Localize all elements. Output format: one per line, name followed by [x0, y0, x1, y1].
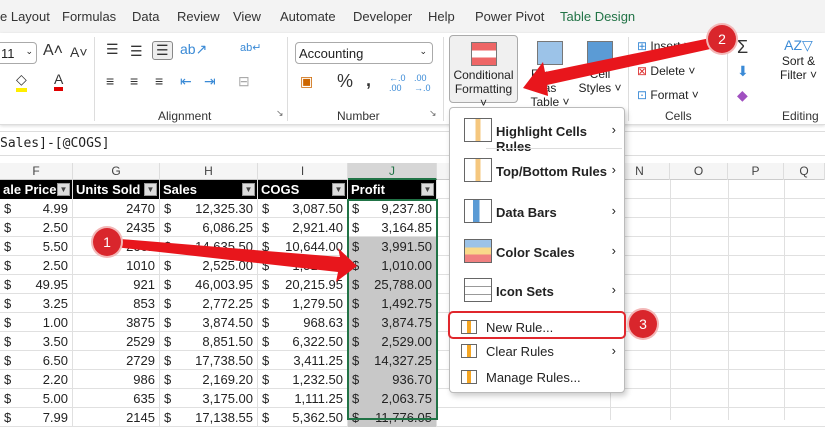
- menu-item-highlight-cells-rules[interactable]: Highlight Cells Rules ›: [450, 116, 624, 154]
- icon-sets-icon: [464, 278, 492, 302]
- chevron-right-icon: ›: [611, 162, 616, 177]
- callout-2: 2: [708, 25, 736, 53]
- manage-rules-icon: [461, 370, 477, 384]
- arrow-1: [106, 238, 357, 282]
- color-scales-icon: [464, 239, 492, 263]
- data-bars-icon: [464, 199, 492, 223]
- chevron-right-icon: ›: [611, 203, 616, 218]
- menu-item-new-rule[interactable]: New Rule...: [448, 311, 626, 339]
- chevron-right-icon: ›: [611, 243, 616, 258]
- top-bottom-icon: [464, 158, 492, 182]
- menu-item-color-scales[interactable]: Color Scales ›: [450, 237, 624, 267]
- chevron-right-icon: ›: [611, 122, 616, 137]
- new-rule-icon: [461, 320, 477, 334]
- menu-item-label: Top/Bottom Rules: [496, 164, 607, 179]
- arrow-2: [523, 36, 724, 96]
- menu-item-label: New Rule...: [486, 320, 554, 335]
- menu-item-label: Icon Sets: [496, 284, 554, 299]
- menu-item-data-bars[interactable]: Data Bars ›: [450, 197, 624, 227]
- clear-rules-icon: [461, 344, 477, 358]
- menu-item-label: Color Scales: [496, 245, 575, 260]
- conditional-formatting-menu: Highlight Cells Rules › Top/Bottom Rules › D…: [448, 107, 626, 393]
- annotation-arrows: [106, 36, 724, 282]
- callout-3: 3: [629, 310, 657, 338]
- menu-divider: [486, 148, 622, 149]
- menu-item-top-bottom-rules[interactable]: Top/Bottom Rules ›: [450, 156, 624, 186]
- chevron-right-icon: ›: [611, 343, 616, 358]
- menu-item-label: Clear Rules: [486, 344, 554, 359]
- chevron-right-icon: ›: [611, 282, 616, 297]
- callout-1: 1: [93, 228, 121, 256]
- menu-item-manage-rules[interactable]: Manage Rules...: [450, 363, 624, 393]
- menu-item-label: Highlight Cells Rules: [496, 124, 587, 154]
- menu-item-icon-sets[interactable]: Icon Sets ›: [450, 276, 624, 306]
- menu-item-label: Data Bars: [496, 205, 557, 220]
- menu-item-label: Manage Rules...: [486, 370, 581, 385]
- highlight-cells-icon: [464, 118, 492, 142]
